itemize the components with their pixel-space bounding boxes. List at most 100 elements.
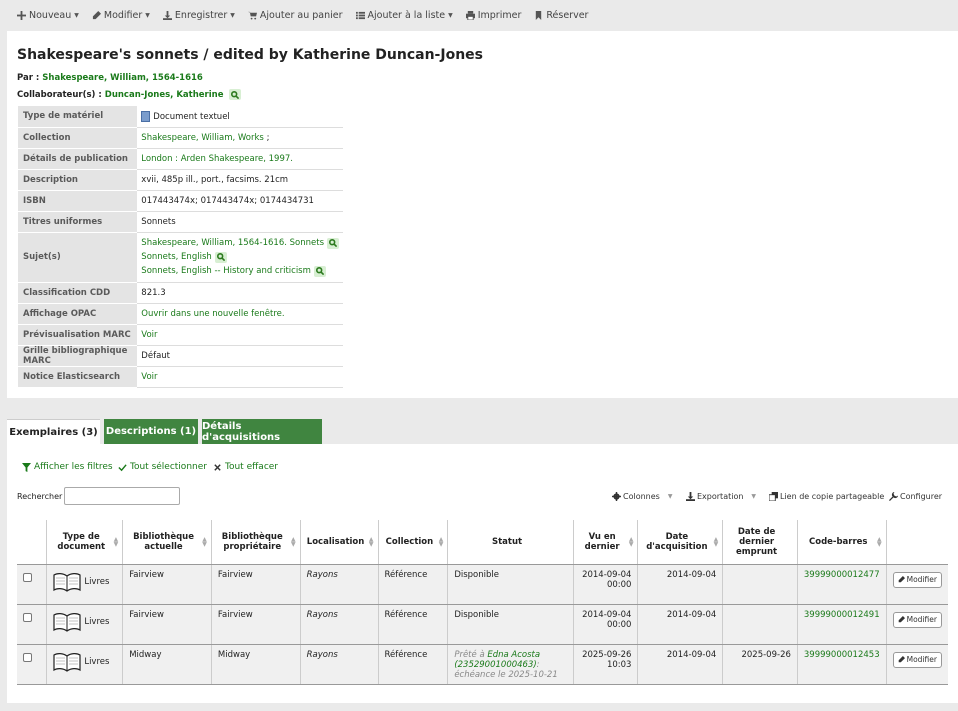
subject-link[interactable]: Shakespeare, William, 1564-1616. Sonnets <box>141 238 324 248</box>
marc-preview-link[interactable]: Voir <box>141 330 157 340</box>
column-header-home-library[interactable]: Bibliothèque propriétaire ▲ ▼ <box>211 520 301 565</box>
doc-type-cell: Livres <box>53 652 109 672</box>
edit-item-button[interactable]: Modifier <box>892 651 942 668</box>
column-header-location[interactable]: Localisation ▲ ▼ <box>300 520 379 565</box>
row-checkbox[interactable] <box>23 652 32 662</box>
book-icon <box>53 652 81 672</box>
plus-icon <box>17 10 26 20</box>
search-icon[interactable] <box>229 89 242 100</box>
row-checkbox[interactable] <box>23 572 32 582</box>
column-header-label: Code-barres <box>809 536 868 547</box>
search-icon[interactable] <box>313 265 326 277</box>
pub-label: Détails de publication <box>18 148 138 170</box>
loan-status: Prêté à Edna Acosta (23529001000463): éc… <box>454 650 566 680</box>
configure-button[interactable]: Configurer <box>889 492 942 501</box>
location-cell: Rayons <box>300 604 379 645</box>
search-icon[interactable] <box>327 237 339 249</box>
show-filters-button[interactable]: Afficher les filtres <box>22 462 113 472</box>
edit-item-button[interactable]: Modifier <box>892 611 942 628</box>
barcode-link[interactable]: 39999000012477 <box>804 570 880 580</box>
desc-value: xvii, 485p ill., port., facsims. 21cm <box>137 169 343 191</box>
subject-link[interactable]: Sonnets, English <box>141 252 211 262</box>
contributor-line: Collaborateur(s) : Duncan-Jones, Katheri… <box>17 89 242 100</box>
column-header-collection[interactable]: Collection ▲ ▼ <box>378 520 449 565</box>
location-cell: Rayons <box>300 644 379 685</box>
edit-item-button[interactable]: Modifier <box>892 571 942 588</box>
elasticsearch-label: Notice Elasticsearch <box>18 366 138 388</box>
subjects-value: Shakespeare, William, 1564-1616. Sonnets… <box>137 232 343 283</box>
columns-button[interactable]: Colonnes ▼ <box>612 492 672 501</box>
subject-link[interactable]: Sonnets, English -- History and criticis… <box>141 266 311 276</box>
record-title: Shakespeare's sonnets / edited by Kather… <box>17 47 483 63</box>
share-link-button[interactable]: Lien de copie partageable <box>769 492 884 501</box>
new-button[interactable]: Nouveau ▼ <box>17 10 79 21</box>
cart-label: Ajouter au panier <box>259 9 343 21</box>
barcode-link[interactable]: 39999000012453 <box>804 650 880 660</box>
export-label: Exportation <box>697 492 744 501</box>
contrib-label: Collaborateur(s) : <box>17 89 102 100</box>
column-header-barcode[interactable]: Code-barres ▲ ▼ <box>797 520 887 565</box>
search-label: Rechercher : <box>17 492 68 501</box>
share-link-label: Lien de copie partageable <box>780 492 885 501</box>
tab-acquisitions[interactable]: Détails d'acquisitions <box>202 419 322 444</box>
add-to-list-button[interactable]: Ajouter à la liste ▼ <box>355 10 453 21</box>
column-header-status[interactable]: Statut <box>447 520 574 565</box>
caret-down-icon: ▼ <box>751 493 757 500</box>
barcode-link[interactable]: 39999000012491 <box>804 610 880 620</box>
column-header-last-seen[interactable]: Vu en dernier ▲ ▼ <box>573 520 639 565</box>
new-label: Nouveau <box>29 9 72 21</box>
elasticsearch-link[interactable]: Voir <box>141 372 157 382</box>
collection-label: Collection <box>18 127 138 149</box>
document-icon <box>141 110 151 122</box>
tab-items[interactable]: Exemplaires (3) <box>7 419 100 444</box>
author-link[interactable]: Shakespeare, William, 1564-1616 <box>42 73 203 83</box>
last-seen-cell: 2014-09-04 00:00 <box>573 604 639 645</box>
add-to-cart-button[interactable]: Ajouter au panier <box>247 9 343 21</box>
items-panel: Afficher les filtres Tout sélectionner T… <box>7 444 958 703</box>
record-panel: Shakespeare's sonnets / edited by Kather… <box>7 31 958 398</box>
sort-icon: ▲ ▼ <box>113 536 119 548</box>
save-label: Enregistrer <box>174 9 228 21</box>
isbn-value: 017443474x; 017443474x; 0174434731 <box>137 190 343 212</box>
book-icon <box>53 572 81 592</box>
material-text: Document textuel <box>153 111 230 122</box>
caret-down-icon: ▼ <box>145 11 150 19</box>
download-icon <box>162 10 172 20</box>
pencil-icon <box>898 656 905 663</box>
pencil-icon <box>92 10 101 19</box>
acquisition-date-cell: 2014-09-04 <box>637 564 724 605</box>
record-details-table: Type de matériel Document textuel Collec… <box>18 106 343 388</box>
patron-card-link[interactable]: (23529001000463) <box>454 660 536 670</box>
status-cell: Disponible <box>447 604 574 645</box>
check-icon <box>118 463 127 471</box>
patron-link[interactable]: Edna Acosta <box>487 650 540 660</box>
export-button[interactable]: Exportation ▼ <box>686 492 756 501</box>
column-header-current-library[interactable]: Bibliothèque actuelle ▲ ▼ <box>122 520 212 565</box>
subjects-label: Sujet(s) <box>18 232 138 283</box>
tab-descriptions[interactable]: Descriptions (1) <box>104 419 198 444</box>
opac-link[interactable]: Ouvrir dans une nouvelle fenêtre. <box>141 309 284 319</box>
row-checkbox[interactable] <box>23 612 32 622</box>
collection-link[interactable]: Shakespeare, William, Works <box>141 133 264 143</box>
column-header-acquisition-date[interactable]: Date d'acquisition ▲ ▼ <box>637 520 724 565</box>
configure-label: Configurer <box>900 492 943 501</box>
search-icon[interactable] <box>214 251 227 263</box>
contributor-link[interactable]: Duncan-Jones, Katherine <box>105 90 224 100</box>
reserve-button[interactable]: Réserver <box>534 10 588 21</box>
edit-button[interactable]: Modifier ▼ <box>92 10 150 21</box>
clear-all-button[interactable]: Tout effacer <box>213 462 278 472</box>
select-all-label: Tout sélectionner <box>130 462 207 472</box>
column-header-doc-type[interactable]: Type de document ▲ ▼ <box>46 520 124 565</box>
column-header-last-borrowed[interactable]: Date de dernier emprunt <box>722 520 798 565</box>
record-toolbar: Nouveau ▼ Modifier ▼ Enregistrer ▼ Ajout… <box>0 0 958 30</box>
sort-icon: ▲ ▼ <box>713 536 719 548</box>
save-button[interactable]: Enregistrer ▼ <box>162 9 235 21</box>
current-library-cell: Fairview <box>122 564 212 605</box>
sort-icon: ▲ ▼ <box>368 536 374 548</box>
publication-link[interactable]: London : Arden Shakespeare, 1997. <box>141 154 293 164</box>
table-row: Livres Fairview Fairview Rayons Référenc… <box>17 564 948 605</box>
search-input[interactable] <box>64 487 180 505</box>
table-row: Livres Fairview Fairview Rayons Référenc… <box>17 604 948 645</box>
print-button[interactable]: Imprimer <box>465 10 521 21</box>
select-all-button[interactable]: Tout sélectionner <box>118 462 207 472</box>
